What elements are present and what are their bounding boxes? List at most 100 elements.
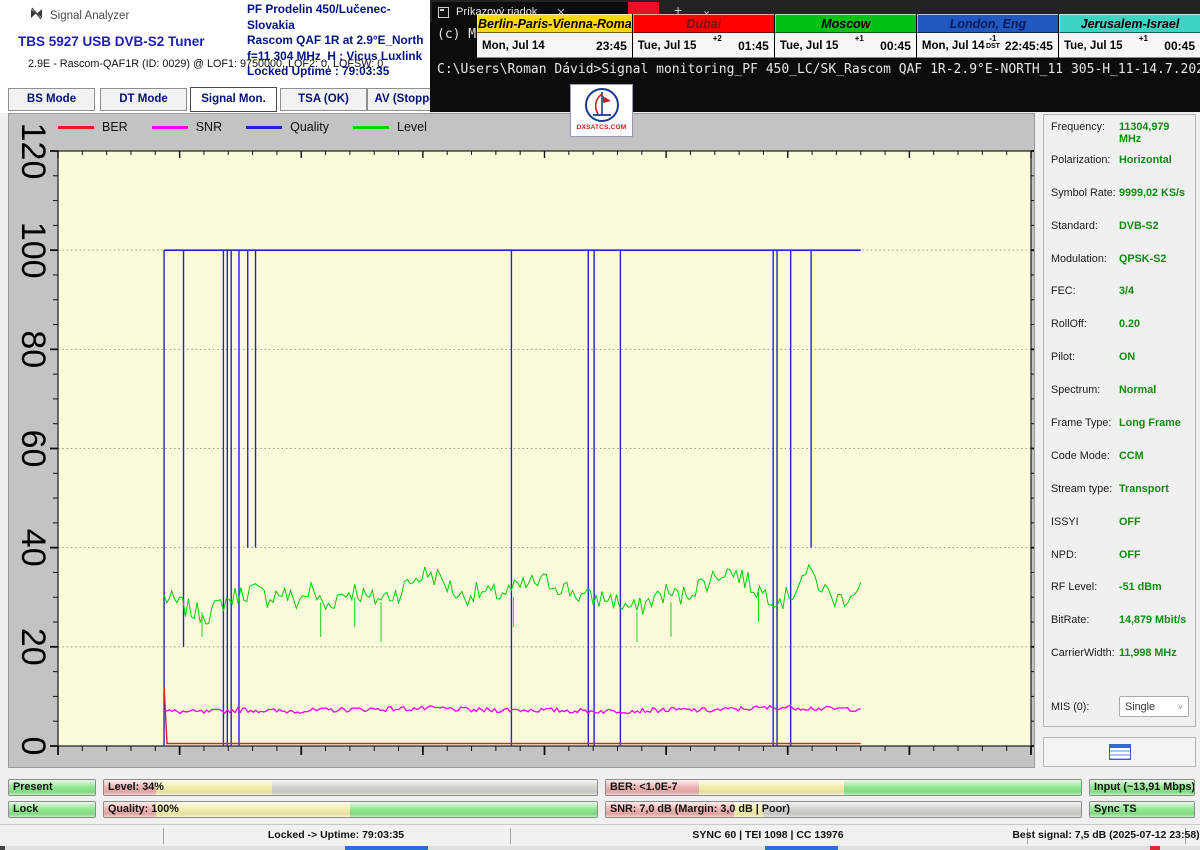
svg-text:80: 80	[14, 330, 52, 368]
chevron-down-icon: ˅	[1178, 702, 1183, 712]
bar-label: Input (~13,91 Mbps)	[1094, 780, 1195, 795]
clock-london-time: 22:45:45	[1005, 39, 1053, 53]
legend-item-quality: Quality	[246, 120, 329, 134]
clock-dubai-date: Tue, Jul 15	[638, 40, 697, 52]
clock-dubai-offset: +2	[713, 35, 722, 43]
clock-london-city: London, Eng	[917, 14, 1058, 33]
bar-label: Lock	[13, 802, 38, 817]
dxsatcs-logo-icon	[584, 87, 620, 123]
clock-dubai-city: Dubai	[633, 14, 774, 33]
lock-indicator: Lock	[8, 801, 96, 818]
tab-signal-mon[interactable]: Signal Mon.	[190, 87, 277, 112]
param-standard: Standard:DVB-S2	[1051, 220, 1189, 253]
param-spectrum: Spectrum:Normal	[1051, 384, 1189, 417]
clock-jerusalem-city: Jerusalem-Israel	[1059, 14, 1200, 33]
info-line-1: PF Prodelin 450/Lučenec-Slovakia	[247, 2, 432, 33]
signal-monitoring-chart: 0 20 40 60 80 100 120	[9, 114, 1034, 767]
signal-chart-area: 0 20 40 60 80 100 120 BER SNR Quality Level	[8, 113, 1035, 768]
info-line-3: f=11 304 MHz_H : Vicus Luxlink	[247, 49, 432, 65]
mis-dropdown[interactable]: Single ˅	[1119, 696, 1189, 717]
footer-best-signal: Best signal: 7,5 dB (2025-07-12 23:58)	[1012, 829, 1199, 841]
status-footer: Locked -> Uptime: 79:03:35 SYNC 60 | TEI…	[0, 824, 1200, 846]
clock-dubai-time: 01:45	[738, 39, 769, 53]
clock-moscow-city: Moscow	[775, 14, 916, 33]
bar-label: Sync TS	[1094, 802, 1137, 817]
svg-text:0: 0	[14, 737, 52, 756]
param-polarization: Polarization:Horizontal	[1051, 154, 1189, 187]
tab-bs-mode[interactable]: BS Mode	[8, 88, 95, 111]
antenna-info-block: PF Prodelin 450/Lučenec-Slovakia Rascom …	[247, 2, 432, 80]
clock-berlin-date: Mon, Jul 14	[482, 40, 545, 52]
input-bitrate-indicator: Input (~13,91 Mbps)	[1089, 779, 1195, 796]
tab-dt-mode[interactable]: DT Mode	[100, 88, 187, 111]
mode-tabs: BS Mode DT Mode Signal Mon. TSA (OK) AV …	[8, 87, 468, 113]
clock-jerusalem: Jerusalem-Israel Tue, Jul 15 +1 00:45	[1059, 14, 1200, 58]
taskbar-edge[interactable]	[0, 846, 1200, 850]
svg-text:120: 120	[14, 123, 52, 180]
bar-label: BER: <1.0E-7	[610, 780, 678, 795]
legend-label-snr: SNR	[196, 120, 222, 134]
footer-divider	[510, 828, 511, 844]
svg-text:40: 40	[14, 529, 52, 567]
svg-text:20: 20	[14, 628, 52, 666]
param-npd: NPD:OFF	[1051, 549, 1189, 582]
param-rf-level: RF Level:-51 dBm	[1051, 581, 1189, 614]
footer-uptime: Locked -> Uptime: 79:03:35	[268, 829, 404, 841]
param-carrierwidth: CarrierWidth:11,998 MHz	[1051, 647, 1189, 680]
legend-label-level: Level	[397, 120, 427, 134]
clock-berlin: Berlin-Paris-Vienna-Roma Mon, Jul 14 23:…	[477, 14, 633, 58]
legend-item-snr: SNR	[152, 120, 222, 134]
cmd-icon	[438, 7, 449, 18]
clock-moscow-time: 00:45	[880, 39, 911, 53]
bar-label: Level: 34%	[108, 780, 164, 795]
level-bar: Level: 34%	[103, 779, 598, 796]
footer-sync-counters: SYNC 60 | TEI 1098 | CC 13976	[692, 829, 843, 841]
parameters-box: Frequency:11304,979 MHz Polarization:Hor…	[1043, 114, 1196, 727]
param-frame-type: Frame Type:Long Frame	[1051, 417, 1189, 450]
taskbar-app-highlight	[345, 846, 428, 850]
clock-jerusalem-date: Tue, Jul 15	[1064, 40, 1123, 52]
clock-jerusalem-offset: +1	[1139, 35, 1148, 43]
clock-london-date: Mon, Jul 14	[922, 40, 985, 52]
tab-tsa[interactable]: TSA (OK)	[280, 88, 367, 111]
footer-divider	[163, 828, 164, 844]
legend-item-ber: BER	[58, 120, 128, 134]
svg-text:60: 60	[14, 430, 52, 468]
parameter-panel: Frequency:11304,979 MHz Polarization:Hor…	[1035, 112, 1200, 770]
param-frequency: Frequency:11304,979 MHz	[1051, 121, 1189, 154]
clock-moscow-offset: +1	[855, 35, 864, 43]
param-symbol-rate: Symbol Rate:9999,02 KS/s	[1051, 187, 1189, 220]
param-rolloff: RollOff:0.20	[1051, 318, 1189, 351]
info-line-2: Rascom QAF 1R at 2.9°E_North	[247, 33, 432, 49]
sync-ts-indicator: Sync TS	[1089, 801, 1195, 818]
param-fec: FEC:3/4	[1051, 285, 1189, 318]
param-issyi: ISSYIOFF	[1051, 516, 1189, 549]
clock-moscow: Moscow Tue, Jul 15 +1 00:45	[775, 14, 917, 58]
world-clocks: Berlin-Paris-Vienna-Roma Mon, Jul 14 23:…	[477, 14, 1200, 58]
legend-label-ber: BER	[102, 120, 128, 134]
taskbar-start-edge	[0, 846, 5, 850]
snr-bar: SNR: 7,0 dB (Margin: 3,0 dB | Poor)	[605, 801, 1082, 818]
snr-line-swatch	[152, 126, 188, 129]
console-prompt-line[interactable]: C:\Users\Roman Dávid>Signal monitoring_P…	[437, 62, 1200, 77]
param-modulation: Modulation:QPSK-S2	[1051, 253, 1189, 286]
quality-line-swatch	[246, 126, 282, 129]
param-code-mode: Code Mode:CCM	[1051, 450, 1189, 483]
chart-legend: BER SNR Quality Level	[58, 120, 427, 134]
mis-selected-value: Single	[1125, 701, 1155, 713]
legend-label-quality: Quality	[290, 120, 329, 134]
app-icon	[30, 7, 43, 25]
clock-london: London, Eng Mon, Jul 14 -1DST 22:45:45	[917, 14, 1059, 58]
bar-label: SNR: 7,0 dB (Margin: 3,0 dB | Poor)	[610, 802, 790, 817]
bar-label: Present	[13, 780, 53, 795]
window-title: Signal Analyzer	[50, 10, 129, 22]
param-bitrate: BitRate:14,879 Mbit/s	[1051, 614, 1189, 647]
dxsatcs-logo: DXSATCS.COM	[570, 84, 633, 137]
svg-text:100: 100	[14, 222, 52, 279]
clock-berlin-city: Berlin-Paris-Vienna-Roma	[477, 14, 632, 33]
taskbar-app-highlight	[765, 846, 838, 850]
ts-list-icon-button[interactable]	[1109, 744, 1131, 760]
clock-london-offset: -1DST	[986, 35, 1000, 51]
tuner-title: TBS 5927 USB DVB-S2 Tuner	[18, 34, 205, 49]
param-stream-type: Stream type:Transport	[1051, 483, 1189, 516]
